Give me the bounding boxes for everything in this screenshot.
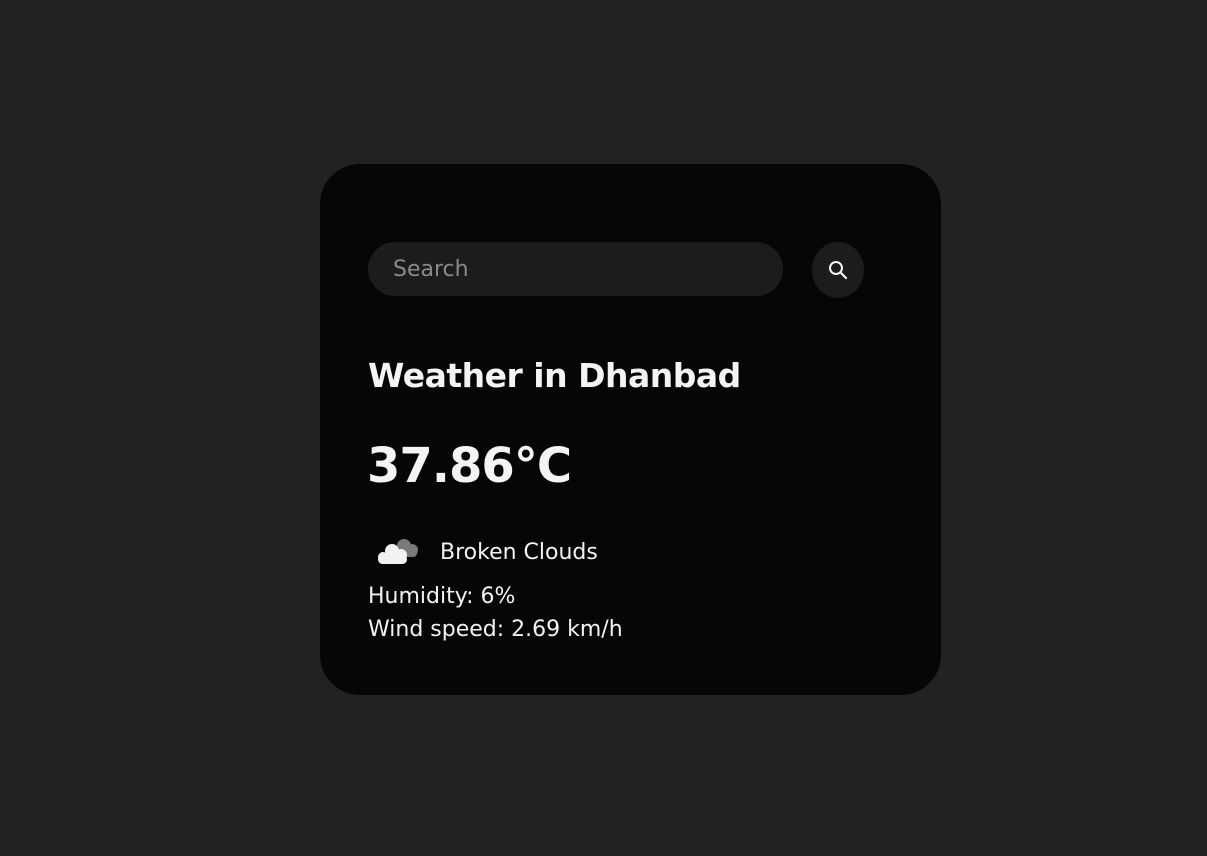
broken-clouds-icon bbox=[378, 539, 418, 564]
search-button[interactable] bbox=[812, 242, 864, 298]
weather-description: Broken Clouds bbox=[440, 539, 598, 565]
city-title: Weather in Dhanbad bbox=[368, 356, 741, 395]
temperature: 37.86°C bbox=[367, 438, 572, 494]
wind-speed-text: Wind speed: 2.69 km/h bbox=[368, 617, 623, 642]
search-bar bbox=[368, 242, 864, 298]
search-icon bbox=[829, 261, 848, 280]
search-input[interactable] bbox=[368, 242, 783, 296]
humidity-text: Humidity: 6% bbox=[368, 584, 516, 609]
weather-condition: Broken Clouds bbox=[372, 532, 598, 572]
weather-card: Weather in Dhanbad 37.86°C Broken Clouds… bbox=[320, 164, 941, 695]
